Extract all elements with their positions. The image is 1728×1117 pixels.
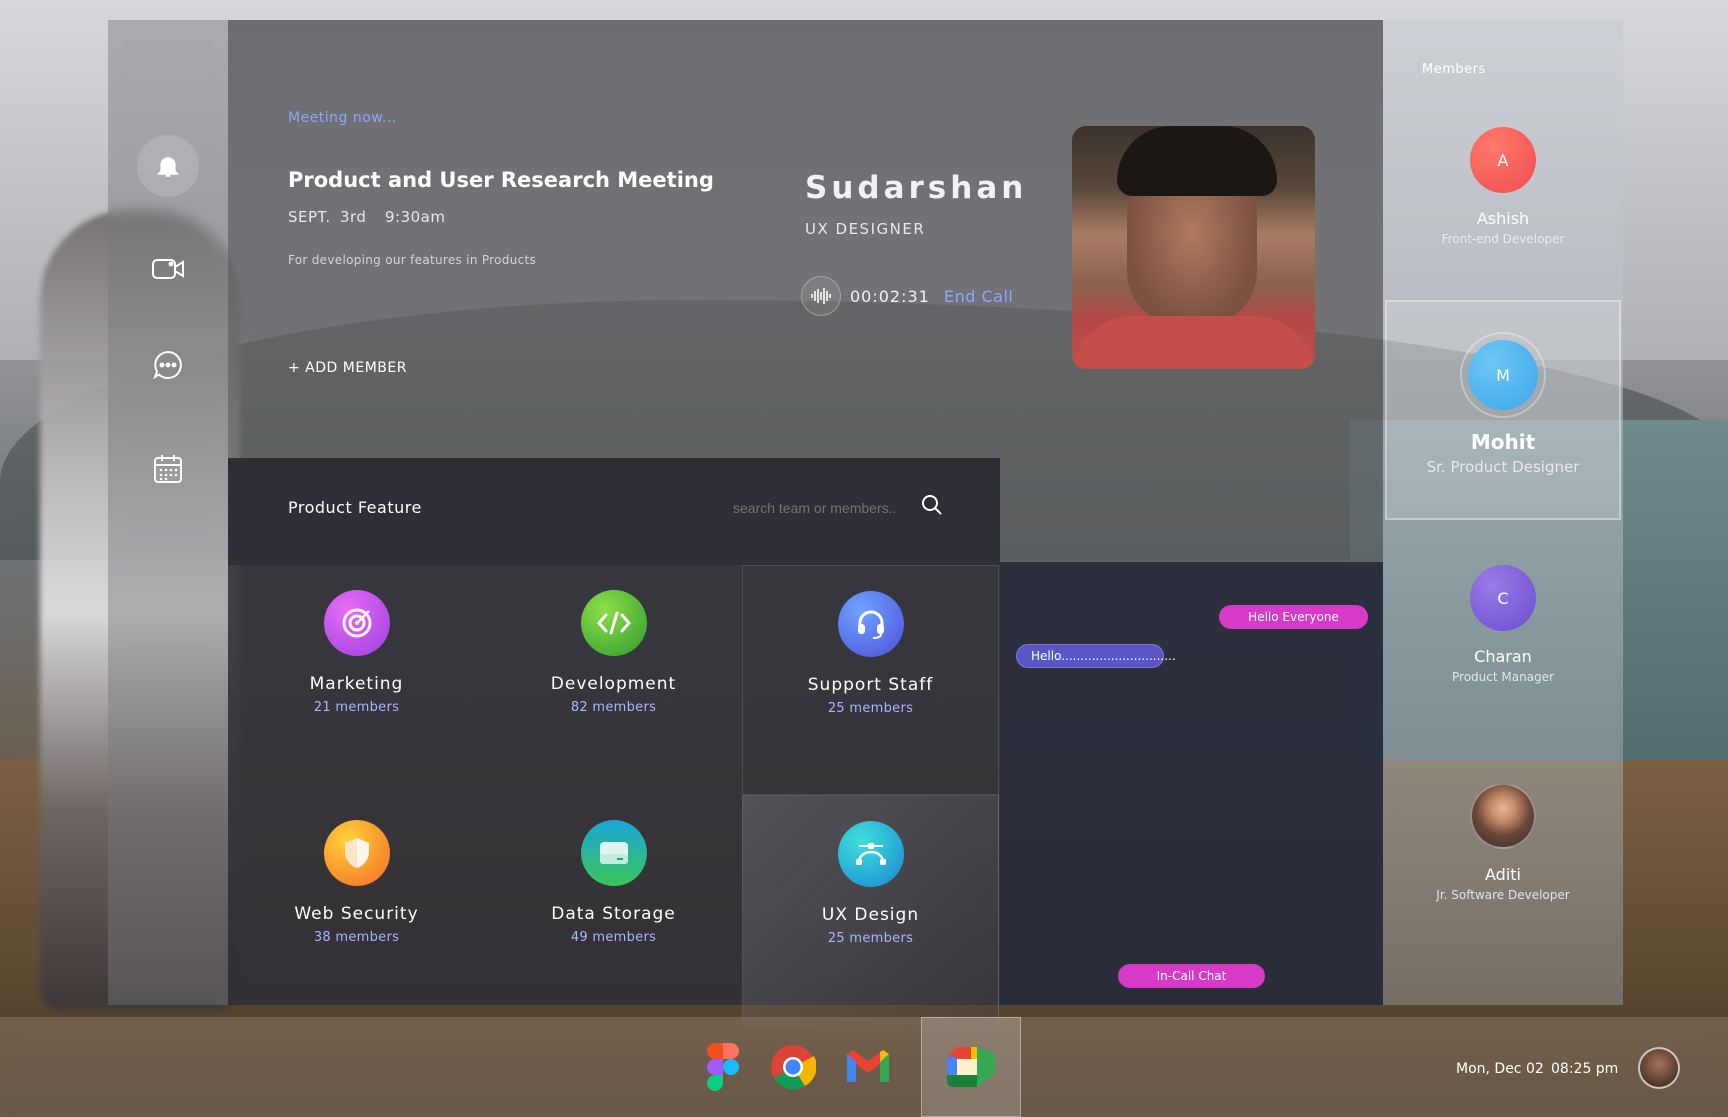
member-name: Charan — [1474, 647, 1532, 666]
shield-icon — [323, 820, 390, 886]
avatar: M — [1468, 340, 1538, 410]
gmail-icon — [847, 1050, 889, 1082]
user-avatar[interactable] — [1638, 1047, 1680, 1089]
meeting-date: SEPT. 3rd 9:30am — [288, 208, 446, 226]
host-role: UX DESIGNER — [805, 220, 926, 238]
member-role: Front-end Developer — [1441, 232, 1565, 246]
team-card-support-staff[interactable]: Support Staff 25 members — [742, 565, 999, 795]
member-name: Ashish — [1476, 209, 1530, 228]
team-name: Support Staff — [807, 675, 934, 695]
team-search-input[interactable] — [733, 500, 953, 516]
team-name: Data Storage — [551, 904, 676, 924]
members-title: Members — [1422, 62, 1486, 77]
team-card-web-security[interactable]: Web Security 38 members — [228, 795, 485, 1025]
team-name: Web Security — [294, 904, 419, 924]
avatar — [1470, 783, 1536, 849]
member-role: Jr. Software Developer — [1436, 888, 1570, 902]
in-call-chat-button[interactable]: In-Call Chat — [1118, 964, 1265, 988]
member-mohit[interactable]: M Mohit Sr. Product Designer — [1385, 300, 1621, 520]
google-meet-app-button[interactable] — [921, 1017, 1021, 1117]
team-name: Marketing — [309, 674, 404, 694]
figma-icon — [707, 1043, 739, 1091]
vector-pen-icon — [837, 821, 904, 887]
members-sidebar: Members A Ashish Front-end Developer M M… — [1383, 20, 1623, 1005]
headset-icon — [837, 591, 904, 657]
avatar-ring: M — [1460, 332, 1546, 418]
team-count: 21 members — [313, 700, 400, 715]
code-icon — [580, 590, 647, 656]
member-charan[interactable]: C Charan Product Manager — [1383, 565, 1623, 684]
chat-icon — [153, 350, 182, 380]
nav-notifications-button[interactable] — [137, 135, 199, 197]
video-camera-icon — [152, 259, 184, 279]
nav-video-button[interactable] — [137, 238, 199, 300]
avatar: C — [1470, 565, 1536, 631]
product-feature-title: Product Feature — [288, 498, 422, 517]
taskbar: Mon, Dec 02 08:25 pm — [0, 1017, 1728, 1117]
audio-wave-button[interactable] — [801, 276, 841, 316]
in-call-chat-panel: Hello Everyone Hello....................… — [1000, 562, 1383, 1005]
team-card-data-storage[interactable]: Data Storage 49 members — [485, 795, 742, 1025]
video-hair — [1117, 126, 1277, 196]
team-card-development[interactable]: Development 82 members — [485, 565, 742, 795]
google-meet-icon — [947, 1047, 995, 1087]
meeting-description: For developing our features in Products — [288, 253, 537, 267]
team-name: UX Design — [821, 905, 920, 925]
chat-message-outgoing: Hello Everyone — [1219, 605, 1368, 629]
bell-icon — [156, 157, 180, 177]
chrome-icon — [771, 1045, 816, 1090]
left-nav — [108, 20, 228, 1005]
product-feature-panel: Product Feature Marketing 21 members Dev… — [228, 458, 1000, 1025]
member-name: Aditi — [1485, 865, 1521, 884]
end-call-button[interactable]: End Call — [944, 287, 1013, 306]
member-role: Product Manager — [1452, 670, 1554, 684]
member-aditi[interactable]: Aditi Jr. Software Developer — [1383, 783, 1623, 902]
calendar-icon — [154, 455, 182, 483]
call-timer: 00:02:31 — [850, 287, 930, 306]
meeting-title: Product and User Research Meeting — [288, 168, 714, 192]
team-count: 25 members — [827, 701, 914, 716]
team-card-marketing[interactable]: Marketing 21 members — [228, 565, 485, 795]
member-role: Sr. Product Designer — [1426, 458, 1580, 476]
team-count: 49 members — [570, 930, 657, 945]
member-name: Mohit — [1470, 430, 1536, 454]
video-shirt — [1072, 316, 1315, 369]
search-icon[interactable] — [921, 494, 943, 516]
gmail-app-button[interactable] — [818, 1017, 918, 1117]
audio-wave-icon — [811, 288, 831, 304]
meeting-status: Meeting now... — [288, 110, 397, 126]
avatar: A — [1470, 127, 1536, 193]
add-member-button[interactable]: + ADD MEMBER — [288, 360, 407, 376]
team-card-ux-design[interactable]: UX Design 25 members — [742, 795, 999, 1025]
nav-chat-button[interactable] — [137, 334, 199, 396]
team-count: 38 members — [313, 930, 400, 945]
team-name: Development — [550, 674, 677, 694]
taskbar-date: Mon, Dec 02 — [1456, 1061, 1544, 1077]
chat-message-incoming: Hello.............................. — [1016, 644, 1176, 668]
host-name: Sudarshan — [805, 170, 1028, 206]
host-video-feed — [1072, 126, 1315, 369]
nav-calendar-button[interactable] — [137, 438, 199, 500]
team-count: 25 members — [827, 931, 914, 946]
taskbar-time: 08:25 pm — [1551, 1061, 1619, 1077]
target-icon — [323, 590, 390, 656]
storage-icon — [580, 820, 647, 886]
member-ashish[interactable]: A Ashish Front-end Developer — [1383, 127, 1623, 246]
team-count: 82 members — [570, 700, 657, 715]
product-feature-header: Product Feature — [228, 458, 1000, 565]
